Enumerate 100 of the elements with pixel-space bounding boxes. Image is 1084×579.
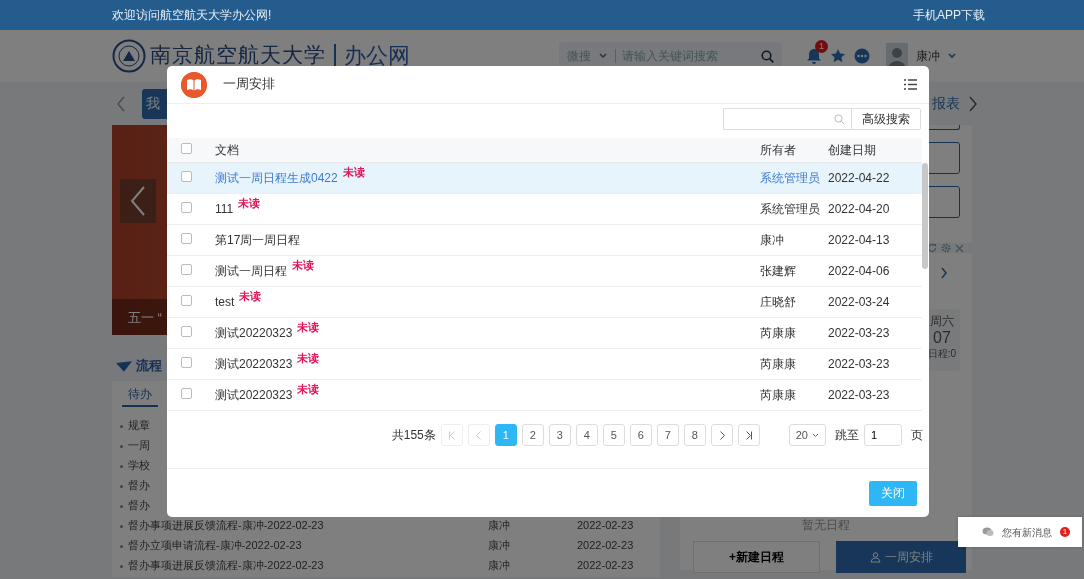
unread-tag: 未读 [238, 197, 261, 209]
list-item-link[interactable]: 学校 [128, 459, 150, 471]
table-row[interactable]: 测试20220323 未读 芮康康 2022-03-23 [167, 380, 922, 411]
list-item-link[interactable]: 督办事项进展反馈流程-康冲-2022-02-23 [128, 519, 324, 531]
chevron-icon[interactable] [717, 430, 726, 440]
app-download-link[interactable]: 手机APP下载 [913, 6, 985, 24]
list-item-link[interactable]: 督办事项进展反馈流程-康冲-2022-02-23 [128, 559, 324, 571]
list-item-link[interactable]: 督办 [128, 479, 150, 491]
user-name[interactable]: 康冲 [916, 47, 940, 65]
checkbox[interactable] [181, 264, 192, 275]
page-button[interactable]: 4 [575, 424, 598, 446]
settings-icon[interactable] [941, 243, 951, 253]
page-button[interactable]: 7 [656, 424, 679, 446]
table-cell: 2022-04-22 [828, 171, 890, 185]
schedule-count: 日程:0 [926, 347, 958, 360]
close-icon[interactable] [955, 243, 964, 253]
unread-tag: 未读 [297, 352, 320, 364]
book-icon [181, 71, 207, 98]
list-item-link[interactable]: 督办立项申请流程-康冲-2022-02-23 [128, 539, 302, 551]
table-cell-text: 康冲 [488, 518, 511, 533]
table-row[interactable]: 测试一周日程生成0422 未读 系统管理员 2022-04-22 [167, 163, 922, 194]
checkbox[interactable] [181, 202, 192, 213]
table-row[interactable]: 测试一周日程 未读 张建辉 2022-04-06 [167, 256, 922, 287]
page-number-field[interactable]: 1 [864, 424, 902, 446]
page-button[interactable]: 5 [602, 424, 625, 446]
table-cell: 芮康康 [760, 326, 796, 340]
list-item-link[interactable]: 规章 [128, 419, 150, 431]
more-icon[interactable] [854, 48, 870, 64]
unread-tag: 未读 [297, 383, 320, 395]
table-cell: 2022-03-24 [828, 295, 890, 309]
panel-title: 流程 [136, 357, 162, 376]
day-number: 07 [932, 328, 952, 348]
checkbox[interactable] [181, 295, 192, 306]
unread-tag: 未读 [342, 166, 365, 178]
checkbox[interactable] [181, 388, 192, 399]
checkbox[interactable] [181, 171, 192, 182]
star-icon[interactable] [830, 48, 846, 64]
search-icon[interactable] [834, 114, 845, 125]
page-size-select[interactable]: 20 [788, 424, 826, 446]
table-row[interactable]: 测试20220323 未读 芮康康 2022-03-23 [167, 318, 922, 349]
list-item-link[interactable]: 督办 [128, 499, 150, 511]
skip-icon[interactable] [744, 430, 753, 440]
table-cell: 系统管理员 [760, 171, 820, 185]
message-text: 您有新消息 [1002, 525, 1052, 540]
column-header: 文档 [215, 143, 239, 157]
document-link[interactable]: 测试20220323 [215, 388, 293, 402]
table-cell: 康冲 [760, 233, 784, 247]
document-link[interactable]: 测试20220323 [215, 357, 293, 371]
document-link[interactable]: 测试20220323 [215, 326, 293, 340]
checkbox[interactable] [181, 357, 192, 368]
refresh-icon[interactable] [927, 243, 937, 253]
document-link[interactable]: 第17周一周日程 [215, 233, 301, 247]
chevron-right-icon[interactable] [940, 267, 948, 279]
table-cell: 张建辉 [760, 264, 796, 278]
checkbox[interactable] [181, 143, 192, 154]
page-button[interactable]: 6 [629, 424, 652, 446]
table-cell: 2022-04-20 [828, 202, 890, 216]
table-cell-text: 2022-02-23 [577, 518, 634, 533]
chevron-right-icon[interactable] [968, 95, 978, 112]
caret-icon[interactable] [599, 53, 607, 59]
bell-icon[interactable] [806, 48, 822, 66]
table-row[interactable]: test 未读 庄晓舒 2022-03-24 [167, 287, 922, 318]
chevron-left-icon[interactable] [116, 95, 126, 112]
search-icon[interactable] [761, 49, 774, 63]
table-cell: 2022-03-23 [828, 388, 890, 402]
page-button[interactable]: 2 [521, 424, 544, 446]
person-icon [869, 551, 881, 563]
document-link[interactable]: test [215, 295, 235, 309]
new-schedule-button[interactable]: +新建日程 [693, 541, 820, 574]
document-link[interactable]: 111 [215, 202, 234, 216]
column-header: 创建日期 [828, 143, 876, 157]
document-link[interactable]: 测试一周日程 [215, 264, 287, 278]
table-cell: 芮康康 [760, 388, 796, 402]
unread-tag: 未读 [292, 259, 314, 271]
last-page-button[interactable] [737, 424, 760, 446]
table-row[interactable]: 111 未读 系统管理员 2022-04-20 [167, 194, 922, 225]
page-button[interactable]: 3 [548, 424, 571, 446]
table-row[interactable]: 测试20220323 未读 芮康康 2022-03-23 [167, 349, 922, 380]
table-cell: 系统管理员 [760, 202, 820, 216]
new-message-toast[interactable]: 您有新消息 1 [958, 517, 1082, 547]
document-link[interactable]: 测试一周日程生成0422 [215, 171, 338, 185]
list-item-link[interactable]: 一周 [128, 439, 150, 451]
table-cell: 庄晓舒 [760, 295, 796, 309]
table-cell-text: 2022-02-23 [577, 558, 634, 573]
search-field[interactable] [723, 108, 851, 130]
total-count: 共155条 [391, 427, 436, 444]
menu-icon[interactable] [904, 79, 917, 90]
table-cell-text: 康冲 [488, 558, 511, 573]
scrollbar-thumb[interactable] [922, 163, 928, 269]
checkbox[interactable] [181, 233, 192, 244]
avatar-icon[interactable] [886, 43, 908, 69]
advanced-search-button[interactable]: 高级搜索 [851, 108, 921, 130]
checkbox[interactable] [181, 326, 192, 337]
university-name-logo: 南京航空航天大学 [150, 42, 326, 70]
dialog-title: 一周安排 [223, 76, 275, 94]
caret-icon[interactable] [948, 53, 956, 59]
message-count-badge: 1 [1060, 527, 1070, 537]
caret-icon[interactable] [812, 433, 819, 439]
page-button[interactable]: 8 [683, 424, 706, 446]
table-row[interactable]: 第17周一周日程 康冲 2022-04-13 [167, 225, 922, 256]
